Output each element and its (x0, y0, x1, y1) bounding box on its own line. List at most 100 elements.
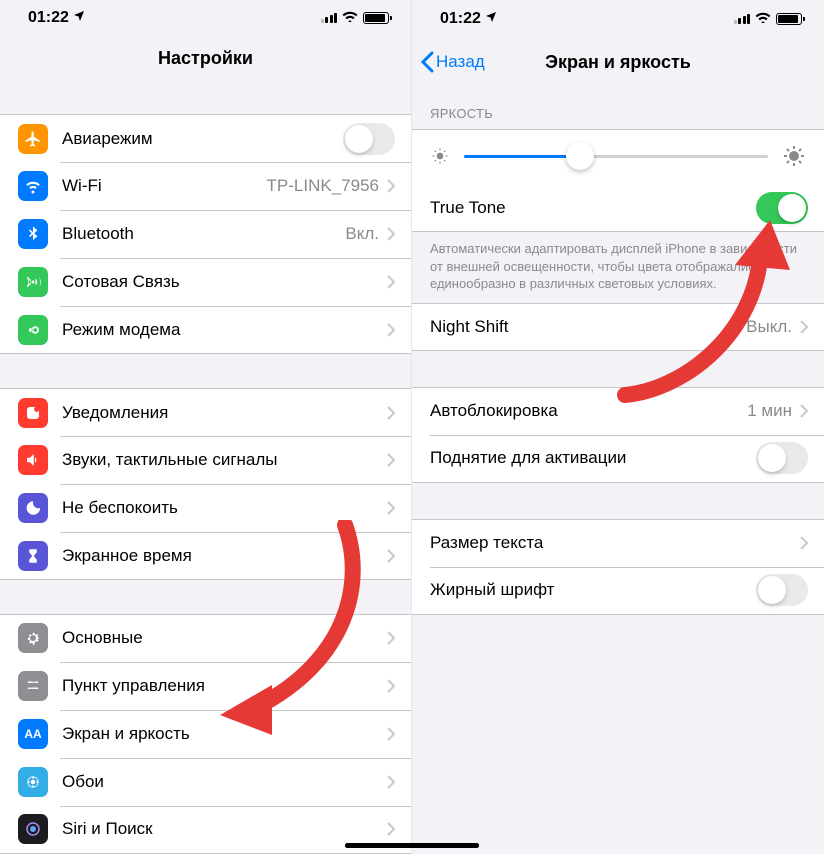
chevron-icon (387, 179, 395, 193)
airplane-toggle[interactable] (343, 123, 395, 155)
row-wifi[interactable]: Wi-Fi TP-LINK_7956 (0, 162, 411, 210)
bluetooth-icon (18, 219, 48, 249)
chevron-icon (387, 323, 395, 337)
row-value: 1 мин (747, 401, 792, 421)
chevron-icon (800, 320, 808, 334)
row-label: Wi-Fi (62, 176, 267, 196)
chevron-icon (387, 275, 395, 289)
chevron-icon (387, 727, 395, 741)
chevron-icon (387, 822, 395, 836)
row-truetone[interactable]: True Tone (412, 184, 824, 232)
chevron-icon (387, 631, 395, 645)
row-label: Размер текста (430, 533, 800, 553)
row-label: Основные (62, 628, 387, 648)
chevron-icon (387, 453, 395, 467)
hotspot-icon (18, 315, 48, 345)
status-time: 01:22 (28, 9, 69, 27)
sliders-icon (18, 671, 48, 701)
hourglass-icon (18, 541, 48, 571)
row-wallpaper[interactable]: Обои (0, 758, 411, 806)
display-brightness-screen: 01:22 Назад Экран и яркость ЯРКОСТЬ (412, 0, 824, 854)
row-label: Жирный шрифт (430, 580, 756, 600)
row-label: Сотовая Связь (62, 272, 387, 292)
row-raise-to-wake[interactable]: Поднятие для активации (412, 435, 824, 483)
chevron-icon (387, 679, 395, 693)
row-label: Не беспокоить (62, 498, 387, 518)
row-notifications[interactable]: Уведомления (0, 388, 411, 436)
wifi-icon (755, 10, 771, 28)
signal-icon (734, 14, 751, 24)
signal-icon (321, 13, 338, 23)
back-button[interactable]: Назад (420, 38, 485, 86)
chevron-icon (387, 227, 395, 241)
row-label: Поднятие для активации (430, 448, 756, 468)
row-nightshift[interactable]: Night Shift Выкл. (412, 303, 824, 351)
row-controlcenter[interactable]: Пункт управления (0, 662, 411, 710)
chevron-icon (387, 501, 395, 515)
chevron-icon (800, 404, 808, 418)
row-label: Уведомления (62, 403, 387, 423)
row-label: Экран и яркость (62, 724, 387, 744)
row-dnd[interactable]: Не беспокоить (0, 484, 411, 532)
wifi-icon (342, 9, 358, 27)
location-icon (73, 9, 85, 27)
row-label: Пункт управления (62, 676, 387, 696)
row-airplane[interactable]: Авиарежим (0, 114, 411, 162)
nav-bar: Настройки (0, 36, 411, 81)
chevron-icon (800, 536, 808, 550)
row-bluetooth[interactable]: Bluetooth Вкл. (0, 210, 411, 258)
wifi-icon (18, 171, 48, 201)
row-label: Bluetooth (62, 224, 345, 244)
gear-icon (18, 623, 48, 653)
sun-large-icon (782, 144, 806, 168)
moon-icon (18, 493, 48, 523)
row-label: Обои (62, 772, 387, 792)
antenna-icon (18, 267, 48, 297)
row-hotspot[interactable]: Режим модема (0, 306, 411, 354)
home-indicator[interactable] (412, 843, 479, 848)
row-label: Siri и Поиск (62, 819, 387, 839)
row-cellular[interactable]: Сотовая Связь (0, 258, 411, 306)
row-label: Режим модема (62, 320, 387, 340)
back-label: Назад (436, 52, 485, 72)
row-label: Автоблокировка (430, 401, 747, 421)
truetone-description: Автоматически адаптировать дисплей iPhon… (412, 232, 824, 303)
battery-icon (363, 12, 389, 24)
bold-toggle[interactable] (756, 574, 808, 606)
row-general[interactable]: Основные (0, 614, 411, 662)
nav-bar: Назад Экран и яркость (412, 38, 824, 86)
row-value: Вкл. (345, 224, 379, 244)
row-value: Выкл. (746, 317, 792, 337)
page-title: Настройки (158, 48, 253, 69)
speaker-icon (18, 445, 48, 475)
chevron-icon (387, 406, 395, 420)
row-autolock[interactable]: Автоблокировка 1 мин (412, 387, 824, 435)
siri-icon (18, 814, 48, 844)
row-screentime[interactable]: Экранное время (0, 532, 411, 580)
wallpaper-icon (18, 767, 48, 797)
row-label: Звуки, тактильные сигналы (62, 450, 387, 470)
location-icon (485, 10, 497, 28)
airplane-icon (18, 124, 48, 154)
row-textsize[interactable]: Размер текста (412, 519, 824, 567)
row-label: Экранное время (62, 546, 387, 566)
row-display[interactable]: AA Экран и яркость (0, 710, 411, 758)
chevron-icon (387, 775, 395, 789)
brightness-header: ЯРКОСТЬ (412, 86, 824, 129)
notifications-icon (18, 398, 48, 428)
settings-screen: 01:22 Настройки Авиарежим (0, 0, 412, 854)
raise-toggle[interactable] (756, 442, 808, 474)
truetone-toggle[interactable] (756, 192, 808, 224)
row-bold[interactable]: Жирный шрифт (412, 567, 824, 615)
row-sounds[interactable]: Звуки, тактильные сигналы (0, 436, 411, 484)
row-label: Night Shift (430, 317, 746, 337)
brightness-slider[interactable] (464, 142, 768, 170)
battery-icon (776, 13, 802, 25)
page-title: Экран и яркость (545, 52, 691, 73)
row-value: TP-LINK_7956 (267, 176, 379, 196)
row-label: True Tone (430, 198, 756, 218)
chevron-icon (387, 549, 395, 563)
status-bar: 01:22 (0, 0, 411, 36)
row-label: Авиарежим (62, 129, 343, 149)
display-icon: AA (18, 719, 48, 749)
